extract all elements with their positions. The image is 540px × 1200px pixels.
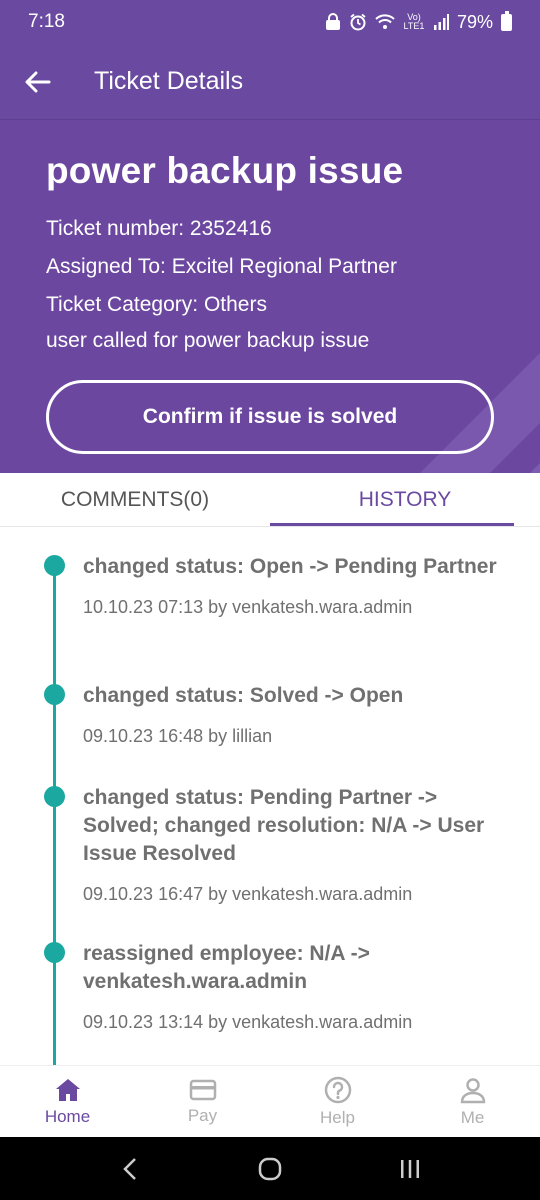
ticket-assigned-to: Assigned To: Excitel Regional Partner — [46, 255, 397, 278]
nav-me-label: Me — [460, 1107, 485, 1127]
status-bar: 7:18 Vo) LTE1 79% — [0, 0, 540, 44]
history-meta: 09.10.23 16:47 by venkatesh.wara.admin — [83, 884, 413, 904]
timeline-dot — [44, 942, 65, 963]
alarm-icon — [349, 13, 367, 31]
system-nav-bar — [0, 1137, 540, 1200]
ticket-number: Ticket number: 2352416 — [46, 217, 272, 240]
history-timeline[interactable]: changed status: Open -> Pending Partner … — [0, 527, 540, 1065]
vpn-icon — [325, 13, 341, 31]
tab-comments[interactable]: COMMENTS(0) — [0, 473, 270, 526]
battery-icon — [501, 10, 512, 31]
timeline-dot — [44, 786, 65, 807]
app-bar: Ticket Details — [0, 44, 540, 120]
back-button[interactable] — [0, 44, 76, 120]
nav-help[interactable]: Help — [270, 1066, 405, 1137]
nav-home[interactable]: Home — [0, 1066, 135, 1137]
ticket-category: Ticket Category: Others — [46, 293, 267, 316]
tab-bar: COMMENTS(0) HISTORY — [0, 473, 540, 527]
confirm-solved-button[interactable]: Confirm if issue is solved — [46, 380, 494, 454]
back-arrow-icon — [25, 71, 51, 92]
chevron-left-icon — [123, 1157, 136, 1180]
history-title: changed status: Open -> Pending Partner — [83, 555, 497, 578]
system-back-button[interactable] — [100, 1137, 160, 1200]
history-meta: 09.10.23 16:48 by lillian — [83, 726, 273, 746]
timeline-dot — [44, 555, 65, 576]
home-circle-icon — [258, 1157, 282, 1180]
signal-icon — [433, 14, 449, 30]
tab-history[interactable]: HISTORY — [270, 473, 540, 526]
timeline-dot — [44, 684, 65, 705]
nav-pay[interactable]: Pay — [135, 1066, 270, 1137]
battery-level: 79% — [456, 11, 493, 32]
nav-home-label: Home — [44, 1106, 91, 1126]
timeline-line — [53, 565, 56, 1065]
history-title: reassigned employee: N/A -> venkatesh.wa… — [83, 942, 370, 993]
ticket-header: power backup issue Ticket number: 235241… — [0, 120, 540, 473]
history-title: changed status: Pending Partner -> Solve… — [83, 786, 485, 865]
network-label: Vo) LTE1 — [403, 12, 425, 31]
ticket-title: power backup issue — [46, 150, 404, 191]
home-icon — [55, 1078, 80, 1101]
person-icon — [460, 1077, 485, 1103]
help-icon — [324, 1076, 351, 1103]
recents-icon — [401, 1159, 419, 1178]
system-home-button[interactable] — [240, 1137, 300, 1200]
system-recents-button[interactable] — [380, 1137, 440, 1200]
card-icon — [189, 1079, 216, 1100]
wifi-icon — [375, 14, 395, 30]
nav-me[interactable]: Me — [405, 1066, 540, 1137]
history-meta: 10.10.23 07:13 by venkatesh.wara.admin — [83, 597, 413, 617]
nav-help-label: Help — [320, 1107, 355, 1127]
bottom-nav: Home Pay Help Me — [0, 1065, 540, 1137]
status-time: 7:18 — [28, 11, 65, 32]
status-icons: Vo) LTE1 79% — [325, 10, 512, 33]
page-title: Ticket Details — [94, 67, 244, 95]
history-title: changed status: Solved -> Open — [83, 684, 404, 707]
nav-pay-label: Pay — [187, 1105, 218, 1125]
ticket-description: user called for power backup issue — [46, 329, 370, 352]
history-meta: 09.10.23 13:14 by venkatesh.wara.admin — [83, 1012, 413, 1032]
